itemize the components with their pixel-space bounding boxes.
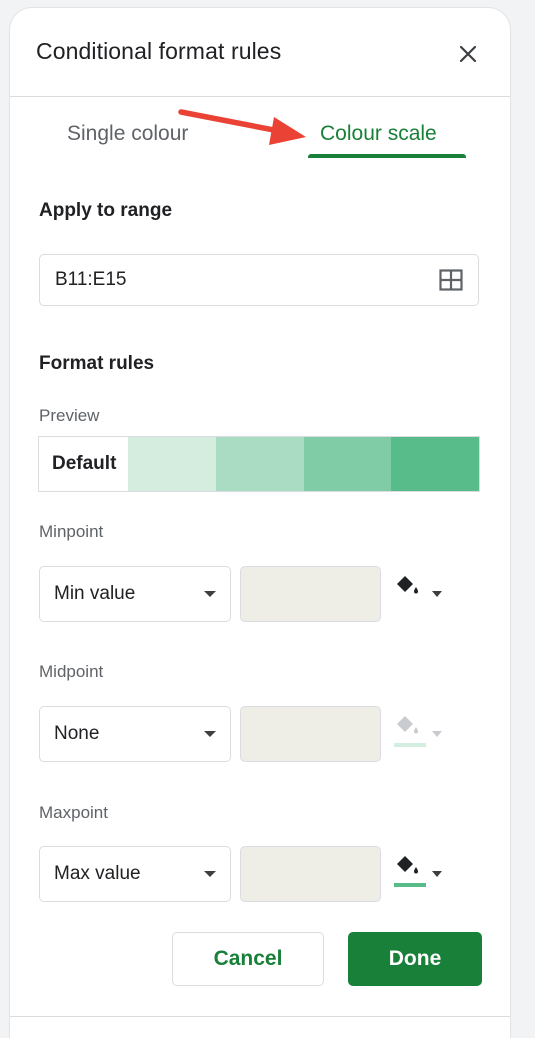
chevron-down-icon bbox=[432, 871, 442, 877]
panel-header: Conditional format rules bbox=[10, 8, 510, 97]
preview-swatch bbox=[391, 437, 479, 491]
colour-scale-preview: Default bbox=[38, 436, 480, 492]
close-icon[interactable] bbox=[456, 42, 480, 66]
maxpoint-fill-colour-button[interactable] bbox=[394, 853, 444, 893]
midpoint-type-select[interactable]: None bbox=[39, 706, 231, 762]
panel-title: Conditional format rules bbox=[36, 38, 282, 64]
tab-colour-scale[interactable]: Colour scale bbox=[320, 122, 437, 146]
minpoint-label: Minpoint bbox=[39, 522, 104, 541]
maxpoint-label: Maxpoint bbox=[39, 803, 108, 822]
chevron-down-icon bbox=[204, 871, 216, 877]
tab-single-colour[interactable]: Single colour bbox=[67, 122, 188, 146]
chevron-down-icon bbox=[432, 731, 442, 737]
done-button[interactable]: Done bbox=[348, 932, 482, 986]
maxpoint-type-value: Max value bbox=[54, 863, 141, 884]
chevron-down-icon bbox=[204, 731, 216, 737]
minpoint-fill-colour-button[interactable] bbox=[394, 573, 444, 613]
minpoint-fill-colour-bar bbox=[394, 603, 426, 607]
minpoint-value-field[interactable] bbox=[240, 566, 381, 622]
apply-range-label: Apply to range bbox=[39, 200, 173, 221]
preview-swatch bbox=[215, 437, 304, 491]
midpoint-label: Midpoint bbox=[39, 662, 104, 681]
midpoint-fill-colour-button bbox=[394, 713, 444, 753]
midpoint-fill-colour-bar bbox=[394, 743, 426, 747]
annotation-arrow-icon bbox=[178, 109, 306, 145]
preview-swatch bbox=[128, 437, 216, 491]
chevron-down-icon bbox=[204, 591, 216, 597]
minpoint-type-value: Min value bbox=[54, 583, 136, 604]
maxpoint-type-select[interactable]: Max value bbox=[39, 846, 231, 902]
grid-icon[interactable] bbox=[439, 269, 463, 296]
preview-swatch bbox=[303, 437, 392, 491]
preview-default-text: Default bbox=[39, 437, 128, 491]
preview-label: Preview bbox=[39, 406, 100, 425]
maxpoint-value-field[interactable] bbox=[240, 846, 381, 902]
paint-bucket-icon bbox=[397, 576, 418, 594]
maxpoint-fill-colour-bar bbox=[394, 883, 426, 887]
conditional-format-panel: Conditional format rules Single colour C… bbox=[10, 8, 510, 1038]
footer-divider bbox=[10, 1016, 510, 1017]
minpoint-type-select[interactable]: Min value bbox=[39, 566, 231, 622]
paint-bucket-icon bbox=[397, 856, 418, 874]
chevron-down-icon bbox=[432, 591, 442, 597]
active-tab-indicator bbox=[308, 154, 466, 158]
midpoint-value-field bbox=[240, 706, 381, 762]
range-value: B11:E15 bbox=[55, 269, 127, 290]
format-rules-label: Format rules bbox=[39, 353, 155, 374]
range-input[interactable]: B11:E15 bbox=[39, 254, 479, 306]
midpoint-type-value: None bbox=[54, 723, 100, 744]
cancel-button[interactable]: Cancel bbox=[172, 932, 324, 986]
paint-bucket-icon bbox=[397, 716, 418, 734]
